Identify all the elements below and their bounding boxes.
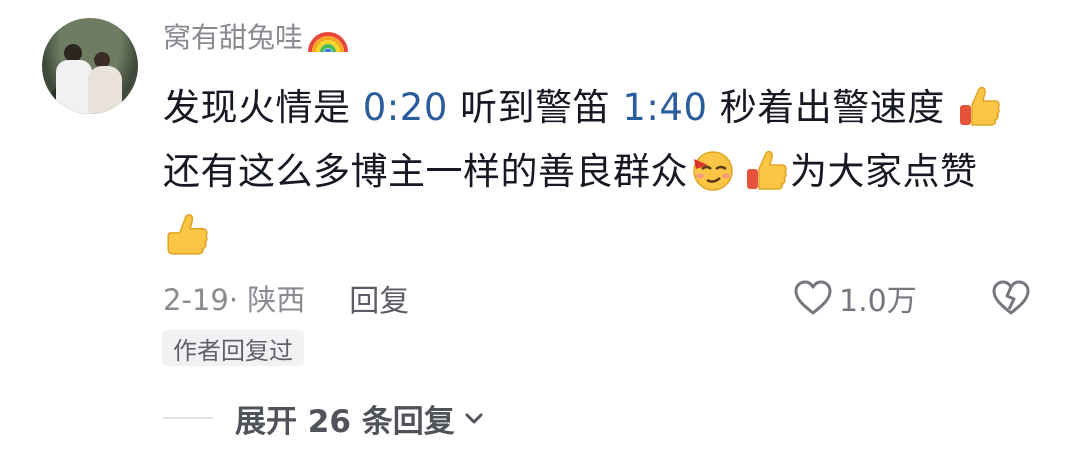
- expand-replies-label: 展开 26 条回复: [235, 403, 455, 440]
- heart-icon: [794, 280, 832, 315]
- comment-date-location: 2-19· 陕西: [163, 283, 306, 317]
- rainbow-icon: [307, 16, 349, 56]
- dislike-button[interactable]: [990, 276, 1032, 320]
- comment-line-2: 还有这么多博主一样的善良群众 为大家点赞: [163, 140, 1043, 204]
- smirk-wink-icon: [688, 147, 738, 193]
- comment-username[interactable]: 窝有甜兔哇: [163, 16, 303, 56]
- comment-line-3: [163, 204, 1043, 268]
- comment-meta: 2-19· 陕西 回复: [163, 276, 409, 320]
- reply-button[interactable]: 回复: [349, 276, 409, 320]
- avatar[interactable]: [42, 18, 138, 114]
- divider: [163, 417, 213, 419]
- expand-replies-button[interactable]: 展开 26 条回复: [235, 396, 485, 440]
- like-button[interactable]: 1.0万: [793, 276, 917, 320]
- chevron-down-icon: [465, 413, 483, 424]
- timestamp-link-2[interactable]: 1:40: [622, 86, 707, 129]
- thumbs-up-icon: [744, 147, 790, 193]
- comment-username-row: 窝有甜兔哇: [163, 16, 349, 56]
- thumbs-up-icon: [163, 209, 211, 259]
- timestamp-link-1[interactable]: 0:20: [363, 86, 448, 129]
- broken-heart-icon: [992, 280, 1030, 315]
- author-replied-tag: 作者回复过: [162, 330, 304, 366]
- like-count: 1.0万: [839, 284, 917, 319]
- thumbs-up-icon: [957, 83, 1003, 129]
- comment-text: 发现火情是 0:20 听到警笛 1:40 秒着出警速度 还有这么多博主一样的善良…: [163, 76, 1043, 268]
- comment-line-1: 发现火情是 0:20 听到警笛 1:40 秒着出警速度: [163, 76, 1043, 140]
